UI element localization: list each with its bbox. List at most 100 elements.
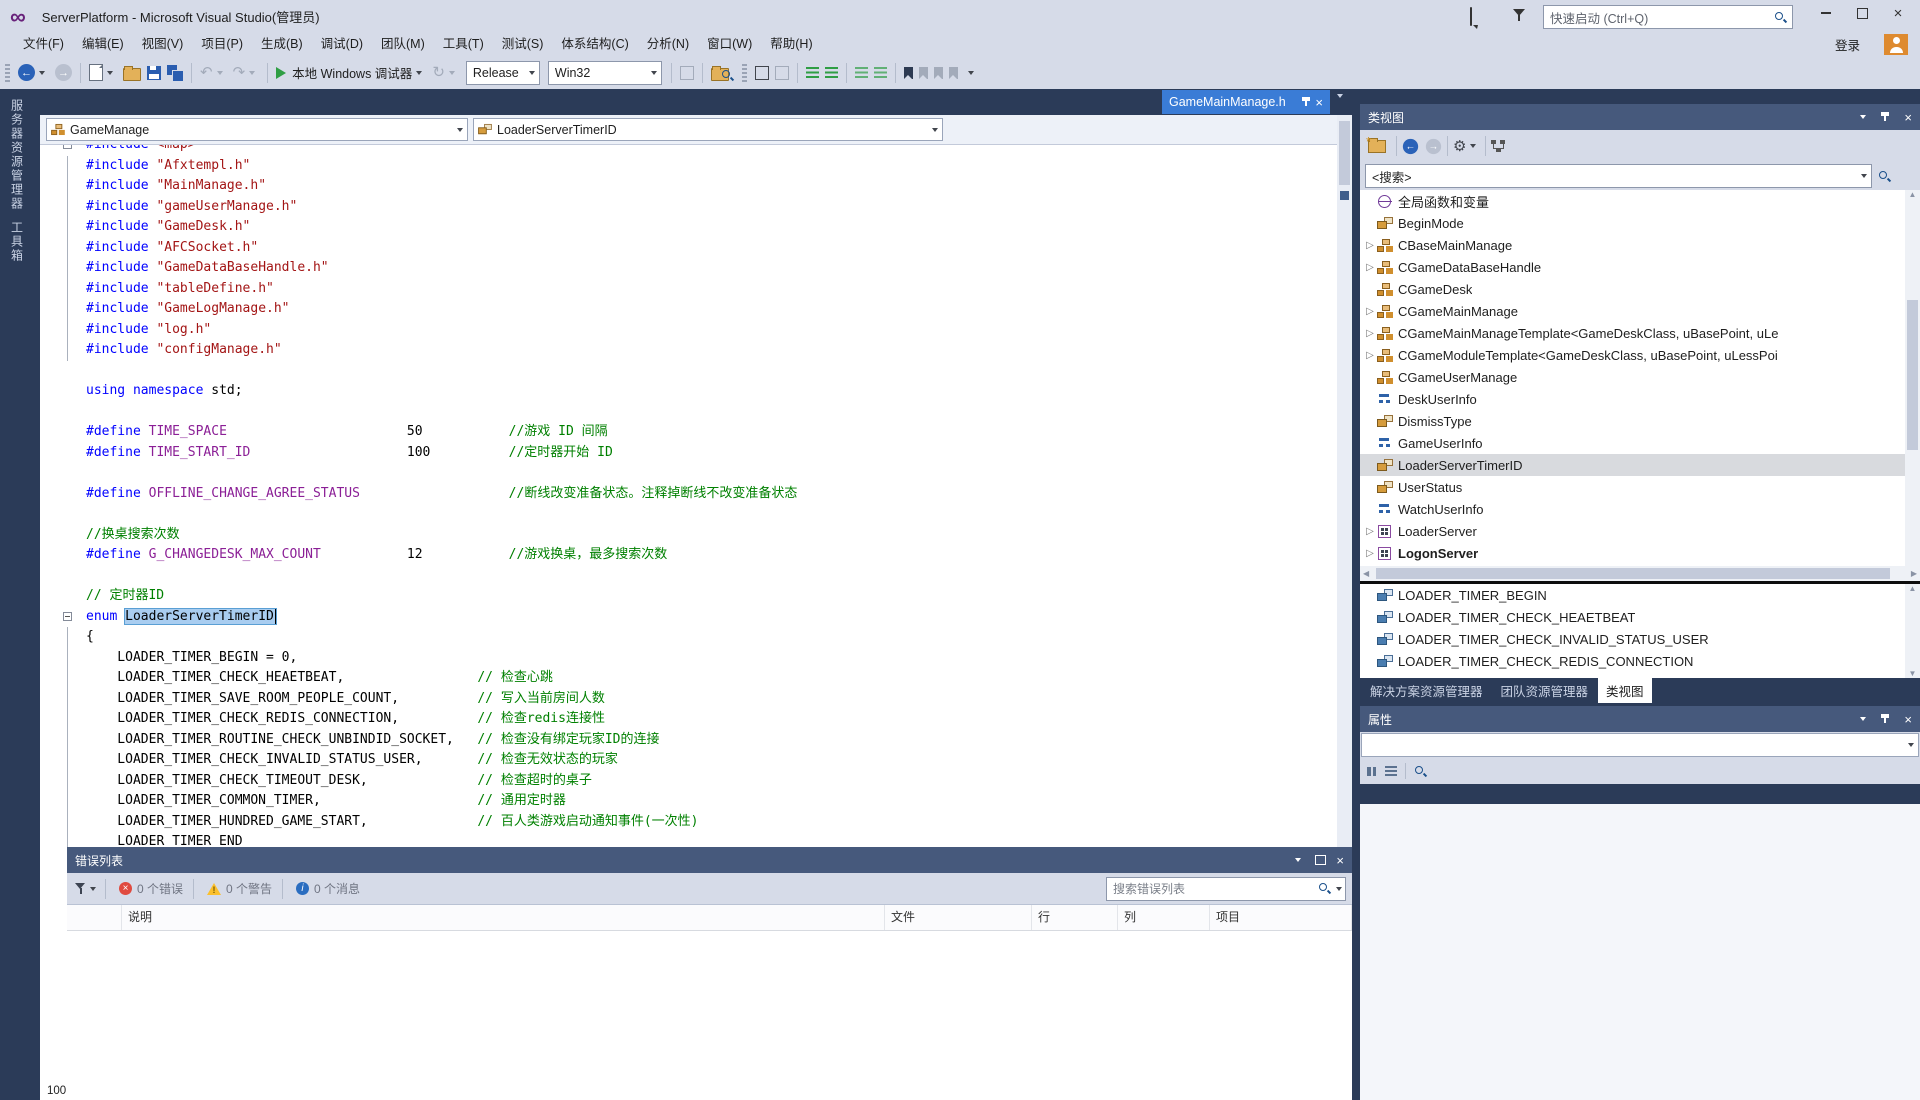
code-line[interactable]: //换桌搜索次数 [40, 525, 1337, 546]
close-panel-icon[interactable]: × [1904, 110, 1912, 125]
code-line[interactable]: #include "Afxtempl.h" [40, 156, 1337, 177]
new-folder-icon[interactable] [1368, 140, 1386, 153]
window-position-icon[interactable] [1860, 115, 1866, 119]
tree-vertical-scrollbar[interactable]: ▲ [1905, 190, 1920, 566]
scope-dropdown[interactable]: GameManage [46, 118, 468, 141]
code-line[interactable]: #include "GameLogManage.h" [40, 299, 1337, 320]
member-vertical-scrollbar[interactable]: ▲▼ [1905, 584, 1920, 678]
class-view-tree-item[interactable]: 全局函数和变量 [1360, 190, 1920, 212]
code-line[interactable]: #define TIME_SPACE 50 //游戏 ID 间隔 [40, 422, 1337, 443]
properties-header[interactable]: 属性 × [1360, 706, 1920, 732]
expander-icon[interactable]: ▷ [1363, 262, 1377, 273]
class-view-tree-item[interactable]: ▷LoaderServer [1360, 520, 1920, 542]
back-icon[interactable]: ← [1403, 138, 1418, 153]
expander-icon[interactable]: ▷ [1363, 240, 1377, 251]
code-line[interactable]: LOADER_TIMER_SAVE_ROOM_PEOPLE_COUNT, // … [40, 689, 1337, 710]
class-diagram-icon[interactable] [1491, 140, 1506, 153]
code-line[interactable]: LOADER_TIMER_CHECK_HEAETBEAT, // 检查心跳 [40, 668, 1337, 689]
class-view-tree-item[interactable]: GameUserInfo [1360, 432, 1920, 454]
code-line[interactable]: #include "tableDefine.h" [40, 279, 1337, 300]
code-line[interactable] [40, 463, 1337, 484]
code-line[interactable]: LOADER_TIMER_CHECK_REDIS_CONNECTION, // … [40, 709, 1337, 730]
search-icon[interactable] [1878, 170, 1891, 183]
code-line[interactable]: LOADER_TIMER_ROUTINE_CHECK_UNBINDID_SOCK… [40, 730, 1337, 751]
document-tab[interactable]: GameMainManage.h × [1162, 90, 1330, 114]
code-line[interactable] [40, 566, 1337, 587]
class-view-tree-item[interactable]: DismissType [1360, 410, 1920, 432]
fold-collapse-icon[interactable] [63, 612, 72, 621]
menu-item[interactable]: 编辑(E) [73, 33, 133, 56]
previous-bookmark-button[interactable] [919, 61, 928, 85]
navigate-to-button[interactable] [755, 61, 769, 85]
errors-count[interactable]: 0 个错误 [137, 880, 183, 897]
code-line[interactable]: #include "AFCSocket.h" [40, 238, 1337, 259]
member-list-item[interactable]: LOADER_TIMER_CHECK_HEAETBEAT [1360, 606, 1920, 628]
tree-horizontal-scrollbar[interactable]: ◀▶ [1360, 566, 1920, 581]
tool-rail-tab[interactable]: 工具箱 [8, 221, 26, 263]
uncomment-button[interactable] [874, 61, 887, 85]
new-file-button[interactable] [89, 61, 117, 85]
pin-icon[interactable] [1876, 111, 1894, 123]
menu-item[interactable]: 体系结构(C) [552, 33, 637, 56]
class-view-tree-item[interactable]: ▷CGameModuleTemplate<GameDeskClass, uBas… [1360, 344, 1920, 366]
minimize-button[interactable] [1808, 0, 1844, 26]
error-column-header[interactable]: 列 [1118, 905, 1210, 930]
properties-object-combo[interactable] [1360, 732, 1920, 758]
undo-button[interactable]: ↶ [200, 61, 227, 85]
error-column-header[interactable]: 说明 [122, 905, 885, 930]
menu-item[interactable]: 生成(B) [252, 33, 312, 56]
class-view-tree-item[interactable]: DeskUserInfo [1360, 388, 1920, 410]
code-line[interactable]: #include <map> [40, 145, 1337, 156]
fold-collapse-icon[interactable] [63, 145, 72, 149]
menu-item[interactable]: 调试(D) [312, 33, 372, 56]
tab-overflow-button[interactable] [1333, 98, 1347, 116]
class-view-tree-item[interactable]: CGameUserManage [1360, 366, 1920, 388]
class-view-tree-item[interactable]: BeginMode [1360, 212, 1920, 234]
redo-button[interactable]: ↷ [233, 61, 260, 85]
configuration-combo[interactable]: Release [466, 61, 540, 85]
close-button[interactable]: × [1880, 0, 1916, 26]
save-all-button[interactable] [167, 61, 183, 85]
comment-button[interactable] [855, 61, 868, 85]
code-line[interactable]: #include "log.h" [40, 320, 1337, 341]
class-view-search-input[interactable]: <搜索> [1365, 164, 1872, 188]
expander-icon[interactable]: ▷ [1363, 350, 1377, 361]
start-debug-button[interactable]: 本地 Windows 调试器 [276, 61, 426, 85]
class-view-tree-item[interactable]: WatchUserInfo [1360, 498, 1920, 520]
property-search-icon[interactable] [1414, 765, 1427, 778]
tool-window-tab[interactable]: 团队资源管理器 [1493, 678, 1597, 703]
code-line[interactable]: LOADER_TIMER_HUNDRED_GAME_START, // 百人类游… [40, 812, 1337, 833]
code-line[interactable]: LOADER_TIMER_COMMON_TIMER, // 通用定时器 [40, 791, 1337, 812]
expander-icon[interactable]: ▷ [1363, 548, 1377, 559]
member-list-item[interactable]: LOADER_TIMER_CHECK_INVALID_STATUS_USER [1360, 628, 1920, 650]
code-line[interactable]: using namespace std; [40, 381, 1337, 402]
toolbar-overflow-button[interactable] [964, 61, 978, 85]
user-avatar[interactable] [1884, 34, 1908, 55]
code-line[interactable]: #define OFFLINE_CHANGE_AGREE_STATUS //断线… [40, 484, 1337, 505]
code-line[interactable]: #include "GameDataBaseHandle.h" [40, 258, 1337, 279]
menu-item[interactable]: 项目(P) [192, 33, 252, 56]
code-line[interactable]: LOADER_TIMER_CHECK_TIMEOUT_DESK, // 检查超时… [40, 771, 1337, 792]
expander-icon[interactable]: ▷ [1363, 328, 1377, 339]
code-line[interactable]: #include "gameUserManage.h" [40, 197, 1337, 218]
class-view-header[interactable]: 类视图 × [1360, 104, 1920, 130]
close-tab-icon[interactable]: × [1315, 96, 1323, 109]
window-position-icon[interactable] [1860, 717, 1866, 721]
menu-item[interactable]: 窗口(W) [698, 33, 761, 56]
tool-window-tab[interactable]: 类视图 [1598, 678, 1652, 703]
class-view-tree-item[interactable]: ▷CGameMainManageTemplate<GameDeskClass, … [1360, 322, 1920, 344]
navigate-back-button[interactable]: ← [18, 61, 49, 85]
notifications-funnel-icon[interactable] [1512, 8, 1534, 26]
toggle-bookmark-button[interactable] [904, 61, 913, 85]
decrease-indent-button[interactable] [806, 61, 819, 85]
member-list-item[interactable]: LOADER_TIMER_BEGIN [1360, 584, 1920, 606]
menu-item[interactable]: 文件(F) [14, 33, 73, 56]
error-column-header[interactable]: 行 [1032, 905, 1118, 930]
code-line[interactable]: LOADER_TIMER_BEGIN = 0, [40, 648, 1337, 669]
menu-item[interactable]: 分析(N) [638, 33, 698, 56]
quick-launch-input[interactable]: 快速启动 (Ctrl+Q) [1543, 5, 1793, 29]
restore-button[interactable] [1844, 0, 1880, 26]
sign-in-link[interactable]: 登录 [1835, 35, 1860, 54]
window-position-icon[interactable] [1291, 858, 1305, 862]
scrollbar-thumb[interactable] [1339, 121, 1350, 185]
